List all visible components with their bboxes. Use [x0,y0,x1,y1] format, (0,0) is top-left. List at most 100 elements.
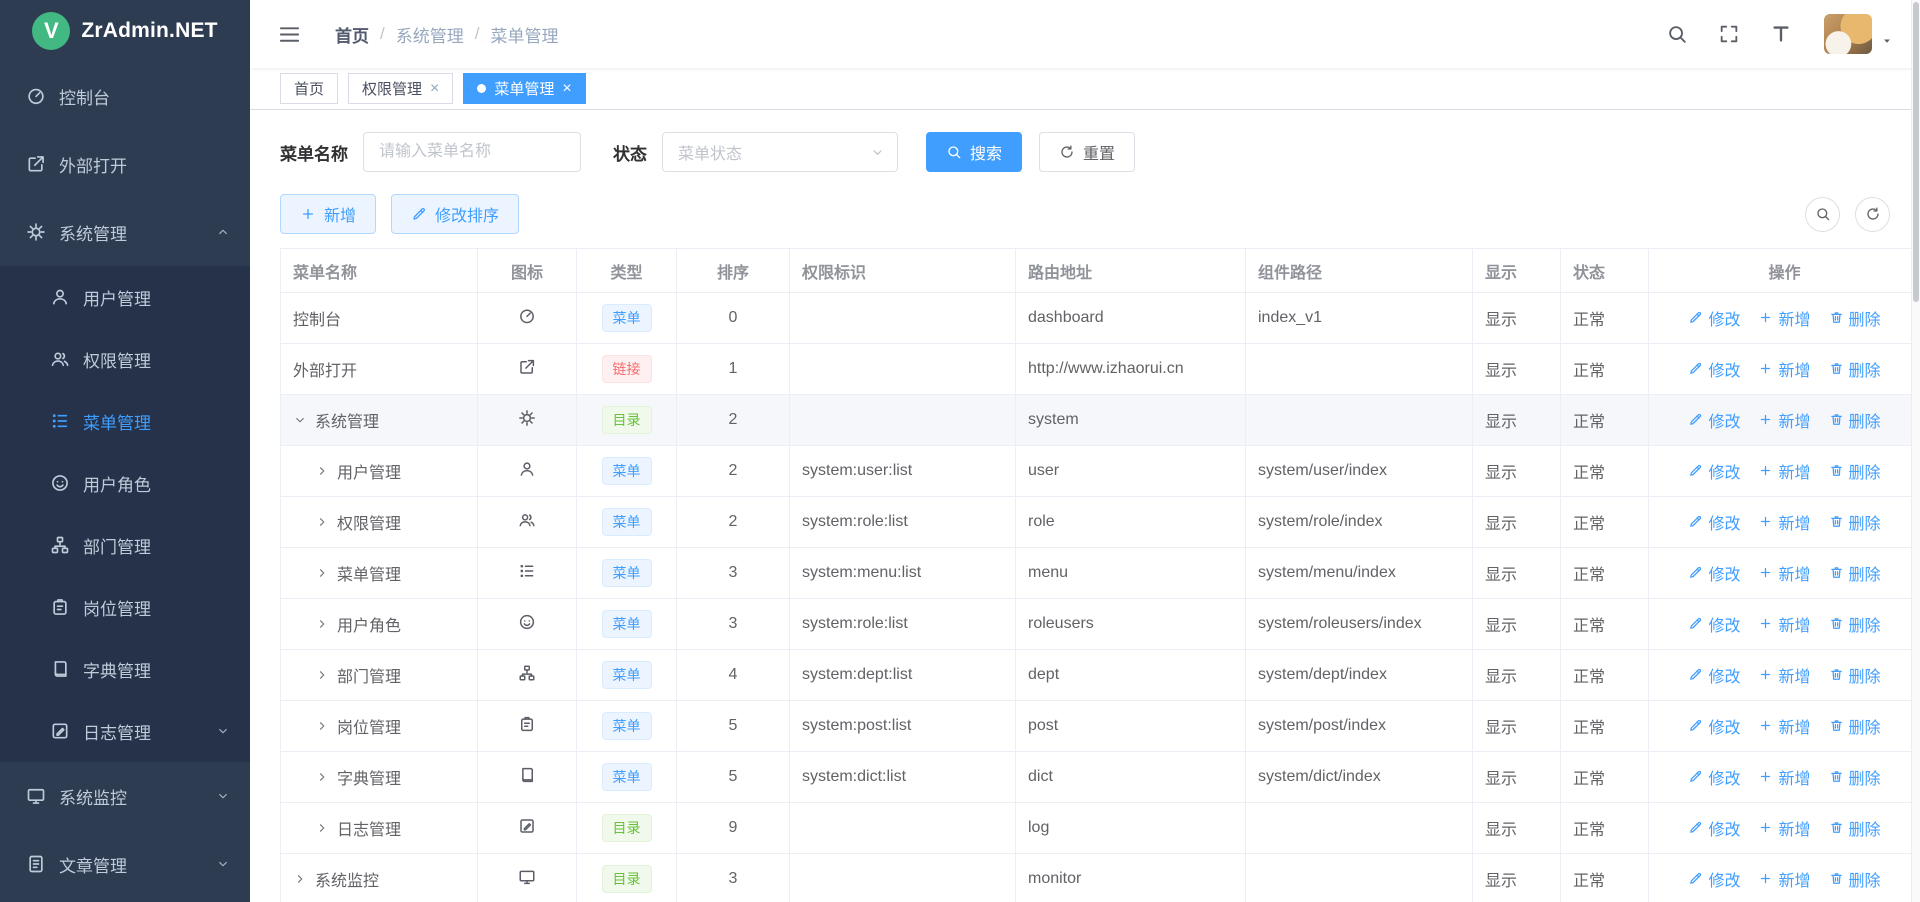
delete-row-button[interactable]: 删除 [1829,612,1881,636]
chevron-right-icon[interactable] [315,668,329,682]
delete-row-button[interactable]: 删除 [1829,714,1881,738]
caret-down-icon[interactable] [1880,34,1894,48]
edit-icon [1688,361,1703,376]
edit-row-button[interactable]: 修改 [1688,561,1740,585]
edit-sort-button[interactable]: 修改排序 [391,194,519,234]
chevron-right-icon[interactable] [315,719,329,733]
app-logo[interactable]: V ZrAdmin.NET [0,0,250,62]
add-row-button[interactable]: 新增 [1758,306,1810,330]
sidebar-item-11[interactable]: 系统监控 [0,762,250,830]
edit-row-button[interactable]: 修改 [1688,663,1740,687]
add-row-button[interactable]: 新增 [1758,612,1810,636]
sidebar-item-12[interactable]: 文章管理 [0,830,250,898]
cell-route: dept [1016,650,1246,701]
edit-row-button[interactable]: 修改 [1688,867,1740,891]
cell-operations: 修改新增删除 [1649,599,1920,650]
delete-row-button[interactable]: 删除 [1829,561,1881,585]
chevron-right-icon[interactable] [293,872,307,886]
chevron-right-icon[interactable] [315,566,329,580]
delete-row-button[interactable]: 删除 [1829,663,1881,687]
sidebar-item-6[interactable]: 用户角色 [0,452,250,514]
add-row-button[interactable]: 新增 [1758,510,1810,534]
page-scrollbar[interactable] [1911,0,1920,902]
user-avatar[interactable] [1824,14,1872,54]
cell-menu-name: 日志管理 [281,803,478,854]
sidebar-item-4[interactable]: 权限管理 [0,328,250,390]
add-row-button[interactable]: 新增 [1758,561,1810,585]
cell-operations: 修改新增删除 [1649,650,1920,701]
edit-row-button[interactable]: 修改 [1688,816,1740,840]
sidebar-item-3[interactable]: 用户管理 [0,266,250,328]
sidebar-item-5[interactable]: 菜单管理 [0,390,250,452]
status-select[interactable]: 菜单状态 [662,132,898,172]
delete-row-button[interactable]: 删除 [1829,867,1881,891]
sidebar-item-9[interactable]: 字典管理 [0,638,250,700]
sidebar-item-1[interactable]: 外部打开 [0,130,250,198]
edit-row-button[interactable]: 修改 [1688,714,1740,738]
add-row-button[interactable]: 新增 [1758,765,1810,789]
delete-row-button[interactable]: 删除 [1829,357,1881,381]
add-row-button[interactable]: 新增 [1758,663,1810,687]
menu-collapse-icon[interactable] [278,23,301,46]
chevron-right-icon[interactable] [315,770,329,784]
chevron-right-icon[interactable] [315,821,329,835]
fullscreen-icon[interactable] [1718,23,1740,45]
add-row-button[interactable]: 新增 [1758,357,1810,381]
toggle-search-button[interactable] [1805,197,1840,232]
refresh-table-button[interactable] [1855,197,1890,232]
search-button[interactable]: 搜索 [926,132,1022,172]
delete-row-button[interactable]: 删除 [1829,306,1881,330]
edit-icon [1688,463,1703,478]
edit-row-button[interactable]: 修改 [1688,765,1740,789]
plus-icon [1758,361,1773,376]
cell-type: 菜单 [577,293,677,344]
chevron-right-icon[interactable] [315,515,329,529]
add-row-button[interactable]: 新增 [1758,408,1810,432]
cell-visible: 显示 [1473,803,1561,854]
edit-row-button[interactable]: 修改 [1688,408,1740,432]
add-row-button[interactable]: 新增 [1758,459,1810,483]
add-row-button[interactable]: 新增 [1758,816,1810,840]
cell-operations: 修改新增删除 [1649,548,1920,599]
tab-2[interactable]: 菜单管理× [463,73,585,104]
sidebar-item-8[interactable]: 岗位管理 [0,576,250,638]
cell-route: menu [1016,548,1246,599]
tab-0[interactable]: 首页 [280,73,338,104]
page-scrollbar-thumb[interactable] [1913,2,1919,302]
edit-row-button[interactable]: 修改 [1688,510,1740,534]
delete-row-button-label: 删除 [1849,459,1881,483]
edit-row-button[interactable]: 修改 [1688,357,1740,381]
refresh-icon [1059,144,1075,160]
menu-name-input[interactable] [363,132,581,172]
tab-1[interactable]: 权限管理 × [348,73,453,104]
chevron-down-icon[interactable] [293,413,307,427]
chevron-right-icon[interactable] [315,617,329,631]
delete-row-button[interactable]: 删除 [1829,510,1881,534]
edit-row-button[interactable]: 修改 [1688,612,1740,636]
search-icon[interactable] [1666,23,1688,45]
tab-close-icon[interactable]: × [562,81,571,97]
chevron-right-icon[interactable] [315,464,329,478]
delete-row-button[interactable]: 删除 [1829,408,1881,432]
breadcrumb-item-1[interactable]: 系统管理 [396,22,464,47]
edit-row-button[interactable]: 修改 [1688,459,1740,483]
delete-row-button[interactable]: 删除 [1829,765,1881,789]
sidebar-item-0[interactable]: 控制台 [0,62,250,130]
delete-row-button[interactable]: 删除 [1829,459,1881,483]
tab-label: 权限管理 [362,78,422,99]
add-row-button[interactable]: 新增 [1758,714,1810,738]
reset-button[interactable]: 重置 [1039,132,1135,172]
breadcrumb-item-0[interactable]: 首页 [335,22,369,47]
plus-icon [1758,514,1773,529]
cell-type: 菜单 [577,497,677,548]
sidebar-item-2[interactable]: 系统管理 [0,198,250,266]
add-row-button[interactable]: 新增 [1758,867,1810,891]
tab-close-icon[interactable]: × [430,81,439,97]
sidebar-item-10[interactable]: 日志管理 [0,700,250,762]
edit-row-button[interactable]: 修改 [1688,306,1740,330]
delete-row-button[interactable]: 删除 [1829,816,1881,840]
sidebar-item-7[interactable]: 部门管理 [0,514,250,576]
font-size-icon[interactable] [1770,23,1792,45]
add-button[interactable]: 新增 [280,194,376,234]
cell-sort: 2 [677,395,790,446]
